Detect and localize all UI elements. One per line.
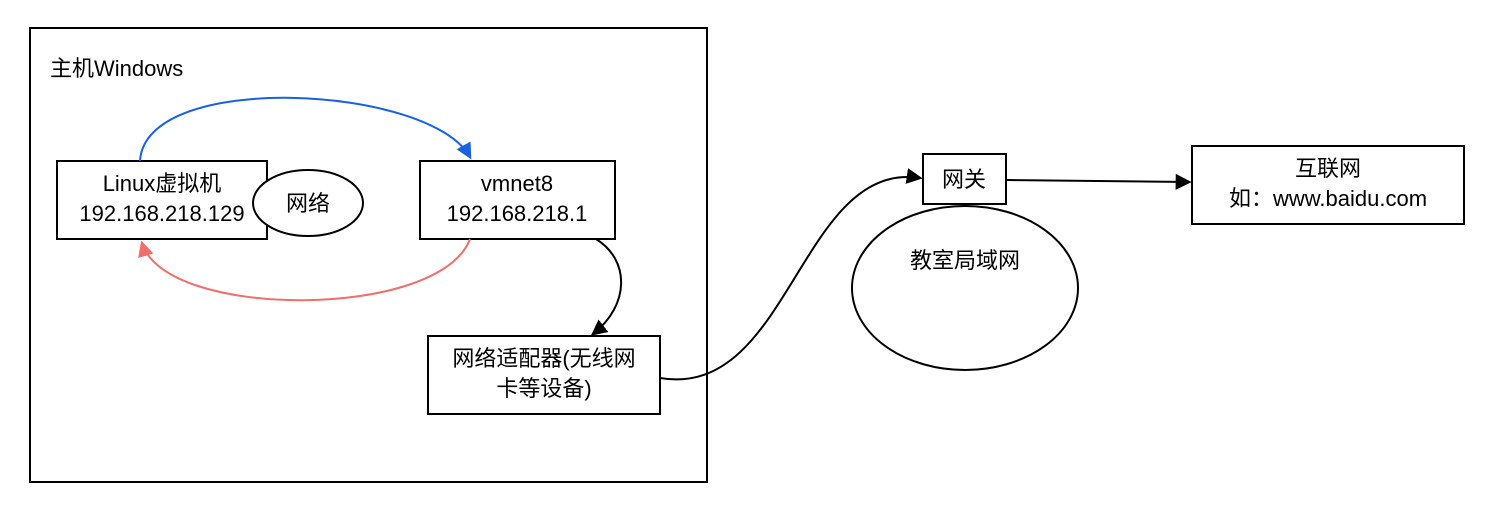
network-label: 网络 [286,191,330,216]
gateway-label: 网关 [942,167,986,192]
linux-vm-name: Linux虚拟机 [103,171,222,196]
lan-ellipse [852,206,1078,370]
arrow-gateway-to-internet [1006,180,1189,182]
adapter-line1: 网络适配器(无线网 [452,346,635,371]
vmnet8-name: vmnet8 [481,171,553,196]
arrow-vmnet-to-vm [142,239,470,300]
internet-line1: 互联网 [1295,156,1361,181]
internet-line2: 如：www.baidu.com [1229,186,1427,211]
vmnet8-ip: 192.168.218.1 [447,201,588,226]
arrow-vmnet-to-adapter [593,239,621,334]
arrow-vm-to-vmnet [140,98,470,161]
linux-vm-ip: 192.168.218.129 [79,201,244,226]
network-diagram: 主机Windows Linux虚拟机 192.168.218.129 网络 vm… [0,0,1494,516]
lan-label: 教室局域网 [910,248,1020,273]
host-title: 主机Windows [50,56,183,81]
adapter-line2: 卡等设备) [496,376,591,401]
